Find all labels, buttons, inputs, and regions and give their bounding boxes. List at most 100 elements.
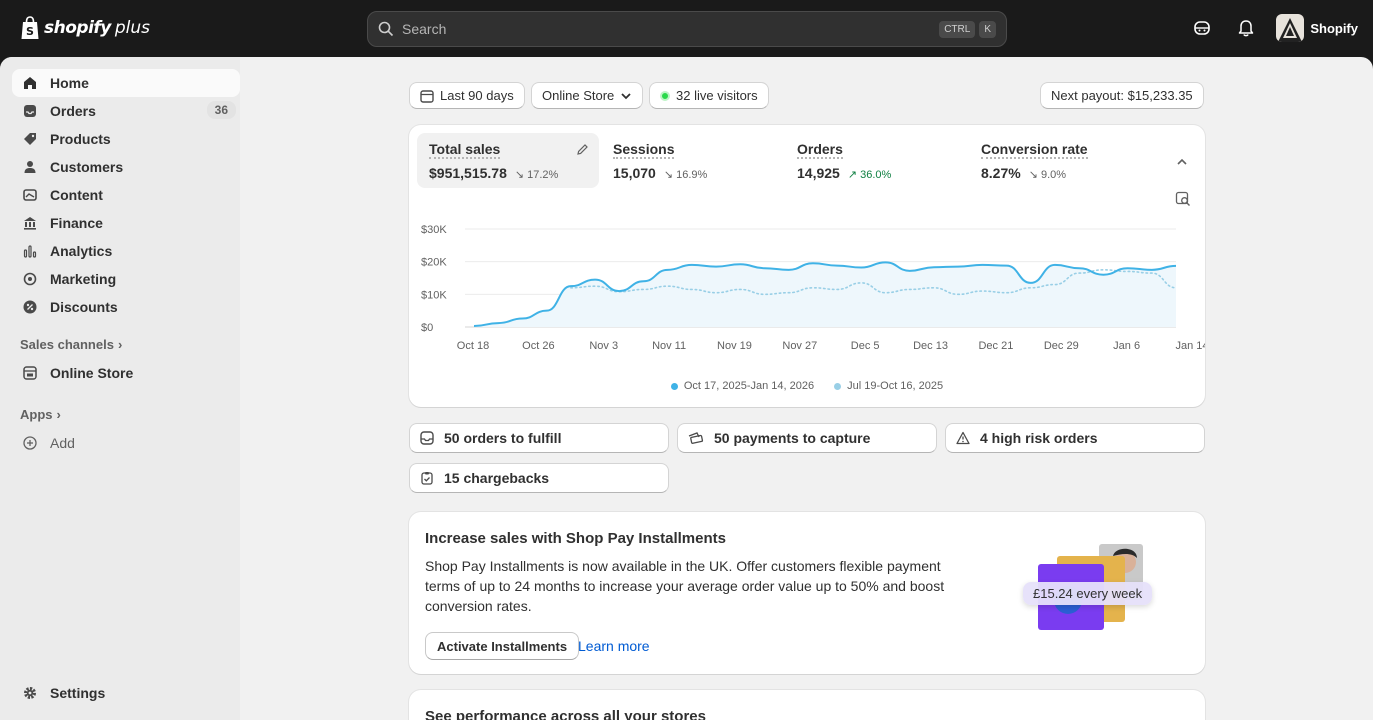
promo-title: Increase sales with Shop Pay Installment… [425, 530, 726, 547]
sidebar-item-marketing[interactable]: Marketing [12, 265, 240, 293]
sidebar-item-customers[interactable]: Customers [12, 153, 240, 181]
apps-header[interactable]: Apps › [20, 407, 61, 422]
legend-item-current[interactable]: Oct 17, 2025-Jan 14, 2026 [670, 380, 815, 392]
x-tick-label: Nov 3 [589, 340, 618, 352]
sidebar-item-label: Online Store [50, 365, 134, 381]
sidebar-item-label: Finance [50, 215, 103, 231]
shortcut-k: K [979, 20, 996, 38]
brand-suffix: plus [114, 18, 151, 38]
tag-icon [22, 131, 38, 147]
chevron-down-icon [621, 92, 631, 99]
task-label: 50 orders to fulfill [444, 430, 562, 446]
chevron-right-icon: › [117, 337, 123, 352]
sidebar-item-settings[interactable]: Settings [12, 679, 240, 707]
store-icon [22, 365, 38, 381]
svg-text:S: S [26, 25, 34, 38]
discount-icon [22, 299, 38, 315]
shop-pay-promo-card: Increase sales with Shop Pay Installment… [409, 512, 1205, 674]
store-menu[interactable]: Shopify [1276, 14, 1358, 42]
card-title: See performance across all your stores [425, 708, 706, 720]
legend-label: Jul 19-Oct 16, 2025 [847, 380, 944, 392]
learn-more-link[interactable]: Learn more [578, 638, 650, 654]
task-chargebacks[interactable]: 15 chargebacks [409, 463, 669, 493]
sidebar-item-finance[interactable]: Finance [12, 209, 240, 237]
inbox-icon [22, 103, 38, 119]
x-tick-label: Dec 21 [978, 340, 1013, 352]
task-label: 4 high risk orders [980, 430, 1098, 446]
next-payout-label: Next payout: $15,233.35 [1051, 88, 1193, 103]
activate-installments-button[interactable]: Activate Installments [425, 632, 580, 660]
multi-store-performance-card: See performance across all your stores [409, 690, 1205, 720]
sidebar-item-home[interactable]: Home [12, 69, 240, 97]
live-visitors-label: 32 live visitors [676, 88, 758, 103]
next-payout-button[interactable]: Next payout: $15,233.35 [1040, 82, 1204, 109]
x-tick-label: Jan 6 [1113, 340, 1140, 352]
legend-item-previous[interactable]: Jul 19-Oct 16, 2025 [834, 380, 943, 392]
sidebar: Home Orders 36 Products Customers Conten… [0, 57, 240, 720]
alert-icon [956, 431, 970, 445]
y-tick-label: $10K [421, 289, 447, 301]
promo-illustration: £15.24 every week [1021, 542, 1161, 642]
channel-label: Online Store [542, 88, 615, 103]
inbox-icon [420, 431, 434, 445]
sidebar-item-online-store[interactable]: Online Store [12, 359, 240, 387]
sidebar-item-analytics[interactable]: Analytics [12, 237, 240, 265]
sidekick-icon[interactable] [1188, 14, 1216, 42]
series-area-current [474, 262, 1176, 327]
shortcut-ctrl: CTRL [939, 20, 976, 38]
installment-amount-pill: £15.24 every week [1023, 582, 1153, 605]
sales-channels-header[interactable]: Sales channels › [20, 337, 122, 352]
bank-icon [22, 215, 38, 231]
plus-circle-icon [22, 435, 38, 451]
sales-channels-label: Sales channels [20, 337, 114, 352]
top-bar: S shopify plus Search CTRL K Shopify [0, 0, 1373, 57]
search-icon [378, 21, 394, 37]
search-input[interactable]: Search CTRL K [367, 11, 1007, 47]
sidebar-item-label: Home [50, 75, 89, 91]
sidebar-item-orders[interactable]: Orders 36 [12, 97, 240, 125]
x-tick-label: Nov 19 [717, 340, 752, 352]
legend-label: Oct 17, 2025-Jan 14, 2026 [683, 380, 815, 392]
date-range-button[interactable]: Last 90 days [409, 82, 525, 109]
legend-dot-icon [670, 382, 678, 390]
x-tick-label: Dec 5 [851, 340, 880, 352]
orders-count-badge: 36 [206, 101, 236, 119]
sidebar-item-label: Marketing [50, 271, 117, 287]
apps-label: Apps [20, 407, 53, 422]
sidebar-item-products[interactable]: Products [12, 125, 240, 153]
image-icon [22, 187, 38, 203]
y-tick-label: $30K [421, 224, 447, 236]
sales-overview-card: Total sales $951,515.78 ↘ 17.2% Sessions… [409, 125, 1205, 407]
sidebar-item-add-app[interactable]: Add [12, 429, 240, 457]
live-visitors-button[interactable]: 32 live visitors [649, 82, 769, 109]
sidebar-item-label: Customers [50, 159, 124, 175]
task-high-risk-orders[interactable]: 4 high risk orders [945, 423, 1205, 453]
task-orders-to-fulfill[interactable]: 50 orders to fulfill [409, 423, 669, 453]
chart-legend: Oct 17, 2025-Jan 14, 2026 Jul 19-Oct 16,… [409, 380, 1205, 392]
bell-icon[interactable] [1232, 14, 1260, 42]
y-tick-label: $0 [421, 322, 433, 334]
x-tick-label: Jan 14 [1175, 340, 1205, 352]
sidebar-item-discounts[interactable]: Discounts [12, 293, 240, 321]
task-label: 50 payments to capture [714, 430, 871, 446]
x-tick-label: Nov 27 [782, 340, 817, 352]
brand-name: shopify [44, 18, 111, 38]
calendar-icon [420, 89, 434, 103]
x-tick-label: Dec 13 [913, 340, 948, 352]
shopify-plus-logo[interactable]: S shopify plus [20, 16, 150, 40]
date-range-label: Last 90 days [440, 88, 514, 103]
clipboard-icon [421, 472, 433, 485]
home-icon [22, 75, 38, 91]
sidebar-item-label: Products [50, 131, 111, 147]
shopify-bag-icon: S [21, 16, 39, 39]
chevron-right-icon: › [56, 407, 61, 422]
task-payments-to-capture[interactable]: 50 payments to capture [677, 423, 937, 453]
x-tick-label: Dec 29 [1044, 340, 1079, 352]
sales-line-chart: $30K $20K $10K $0 Oct 18 Oct 26 Nov 3 Nov 11 Nov… [421, 224, 1205, 352]
channel-select[interactable]: Online Store [531, 82, 644, 109]
main-content: Last 90 days Online Store 32 live visito… [240, 57, 1373, 720]
sidebar-item-label: Content [50, 187, 103, 203]
app-frame: Home Orders 36 Products Customers Conten… [0, 57, 1373, 720]
sidebar-item-content[interactable]: Content [12, 181, 240, 209]
sidebar-item-label: Discounts [50, 299, 118, 315]
